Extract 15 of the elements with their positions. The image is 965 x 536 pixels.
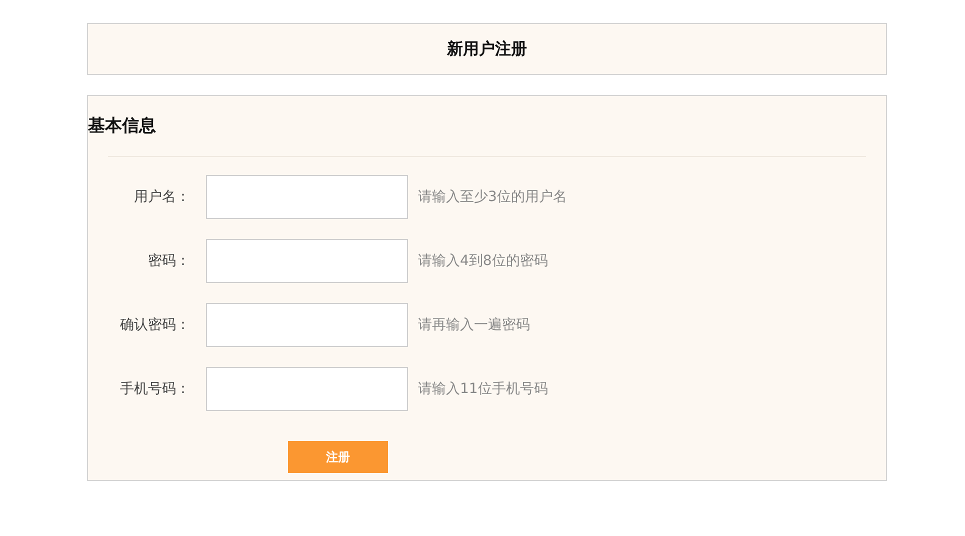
field-label: 确认密码： <box>119 316 190 334</box>
field-hint: 请输入11位手机号码 <box>418 380 548 398</box>
page-title: 新用户注册 <box>447 38 527 60</box>
field-label: 手机号码： <box>119 380 190 398</box>
input-field[interactable] <box>206 239 408 283</box>
field-hint: 请输入至少3位的用户名 <box>418 188 567 206</box>
input-field[interactable] <box>206 303 408 347</box>
input-field[interactable] <box>206 175 408 219</box>
register-button[interactable]: 注册 <box>288 441 388 473</box>
field-label: 密码： <box>147 252 190 270</box>
section-title: 基本信息 <box>88 115 157 138</box>
field-hint: 请再输入一遍密码 <box>418 316 530 334</box>
field-label: 用户名： <box>133 188 190 206</box>
field-hint: 请输入4到8位的密码 <box>418 252 548 270</box>
input-field[interactable] <box>206 367 408 411</box>
